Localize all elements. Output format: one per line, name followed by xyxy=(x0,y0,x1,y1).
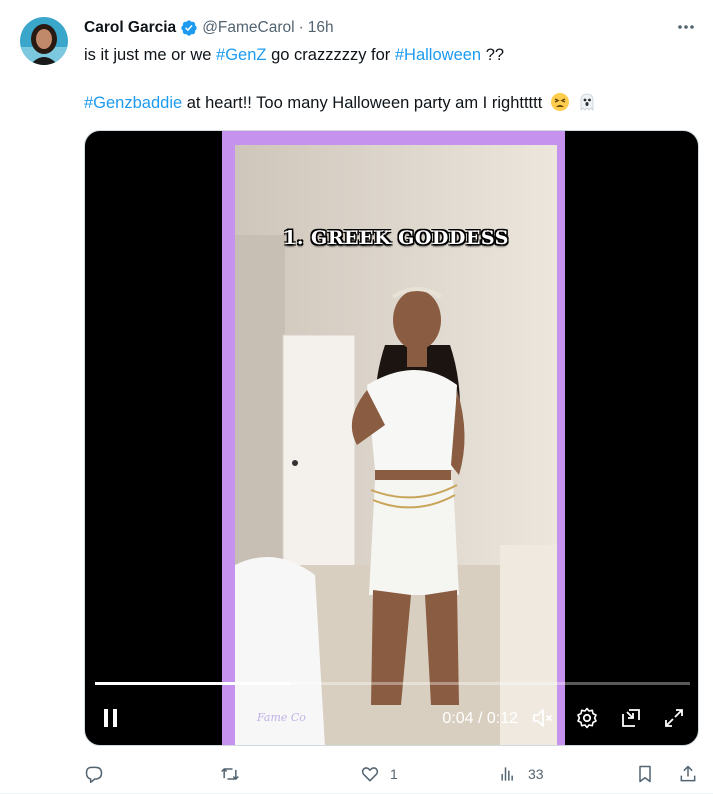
separator-dot: · xyxy=(298,19,304,36)
timestamp[interactable]: 16h xyxy=(308,19,334,37)
tweet[interactable]: Carol Garcia @FameCarol · 16h is it just… xyxy=(0,0,713,794)
settings-icon xyxy=(577,707,597,729)
hashtag-genzbaddie[interactable]: #Genzbaddie xyxy=(84,94,182,112)
tweet-text: is it just me or we xyxy=(84,46,217,64)
retweet-button[interactable] xyxy=(220,760,250,788)
picture-in-picture-button[interactable] xyxy=(617,704,645,732)
tweet-text: go crazzzzzy for xyxy=(266,46,395,64)
tweet-text-line1: is it just me or we #GenZ go crazzzzzy f… xyxy=(84,44,504,66)
ghost-emoji xyxy=(581,93,594,111)
pip-icon xyxy=(622,709,640,727)
fullscreen-button[interactable] xyxy=(660,704,688,732)
retweet-icon xyxy=(221,768,239,780)
author-name[interactable]: Carol Garcia xyxy=(84,19,176,37)
video-progress-bar[interactable] xyxy=(95,682,690,685)
more-icon xyxy=(678,25,694,29)
tired-face-emoji xyxy=(550,93,569,111)
tweet-actions: 1 33 xyxy=(84,760,699,788)
video-frame: 1. GREEK GODDESS xyxy=(235,145,557,745)
views-count: 33 xyxy=(528,766,544,782)
avatar-image xyxy=(20,17,68,65)
tweet-text: ?? xyxy=(481,46,505,64)
mute-icon xyxy=(533,709,553,727)
author-handle[interactable]: @FameCarol xyxy=(202,19,294,37)
verified-badge-icon[interactable] xyxy=(180,19,198,37)
reply-icon xyxy=(85,766,103,784)
share-button[interactable] xyxy=(678,760,698,788)
video-controls: 0:04 / 0:12 xyxy=(85,696,698,740)
tweet-text-line2: #Genzbaddie at heart!! Too many Hallowee… xyxy=(84,92,597,114)
avatar[interactable] xyxy=(20,17,68,65)
time-separator: / xyxy=(473,710,487,727)
share-icon xyxy=(680,765,696,782)
pause-button[interactable] xyxy=(97,704,125,732)
video-timecode: 0:04 / 0:12 xyxy=(442,710,518,728)
like-icon xyxy=(361,767,379,782)
like-button[interactable]: 1 xyxy=(360,760,398,788)
settings-button[interactable] xyxy=(573,704,601,732)
tweet-text: at heart!! Too many Halloween party am I… xyxy=(182,94,543,112)
more-button[interactable] xyxy=(675,16,697,38)
pause-icon xyxy=(104,709,117,727)
video-progress-fill xyxy=(95,682,292,685)
total-time: 0:12 xyxy=(486,710,518,727)
views-button[interactable]: 33 xyxy=(498,760,544,788)
like-count: 1 xyxy=(390,766,398,782)
fullscreen-icon xyxy=(665,709,683,727)
hashtag-genz[interactable]: #GenZ xyxy=(216,46,266,64)
tweet-header: Carol Garcia @FameCarol · 16h xyxy=(84,18,334,38)
bookmark-icon xyxy=(639,765,651,783)
mute-button[interactable] xyxy=(529,704,557,732)
current-time: 0:04 xyxy=(442,710,474,727)
video-caption: 1. GREEK GODDESS xyxy=(283,227,509,249)
reply-button[interactable] xyxy=(84,760,114,788)
views-icon xyxy=(501,767,513,781)
bookmark-button[interactable] xyxy=(635,760,655,788)
hashtag-halloween[interactable]: #Halloween xyxy=(395,46,481,64)
video-player[interactable]: 1. GREEK GODDESS Fame Co 0:04 / 0:12 xyxy=(84,130,699,746)
